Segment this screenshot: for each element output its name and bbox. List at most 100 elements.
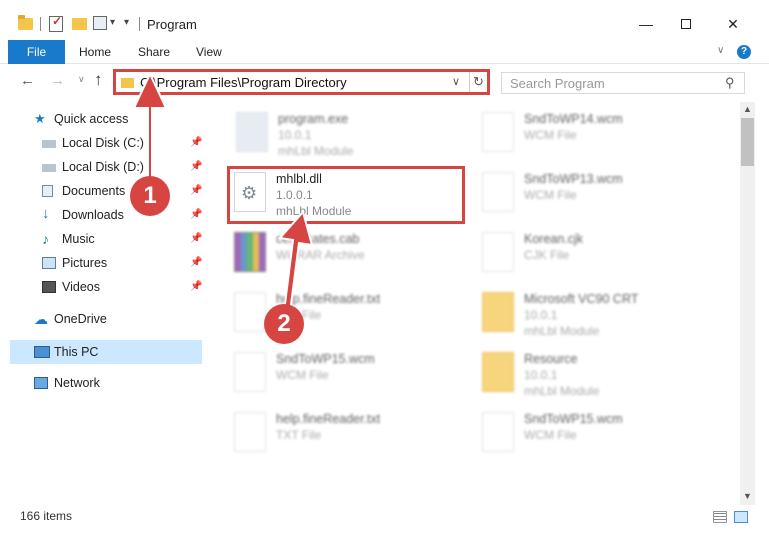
customize-toolbar-icon[interactable]: ▾ (124, 17, 129, 37)
file-item[interactable]: SndToWP14.wcm WCM File (482, 108, 712, 162)
properties-icon[interactable] (93, 16, 107, 30)
file-detail: WinRAR Archive (276, 248, 365, 262)
wcm-file-icon (482, 112, 514, 152)
nav-videos[interactable]: Videos (42, 276, 100, 298)
nav-local-disk-d[interactable]: Local Disk (D:) (42, 156, 144, 178)
forward-arrow-icon[interactable]: → (50, 72, 65, 89)
nav-label: Music (62, 232, 95, 246)
nav-label: Pictures (62, 256, 108, 270)
scroll-up-icon[interactable]: ▲ (743, 104, 752, 114)
picture-icon (42, 257, 56, 269)
nav-local-disk-c[interactable]: Local Disk (C:) (42, 132, 144, 154)
nav-downloads[interactable]: ↓ Downloads (42, 204, 124, 226)
file-name: Resource (524, 352, 578, 366)
tab-home[interactable]: Home (79, 40, 111, 64)
file-item[interactable]: SndToWP13.wcm WCM File (482, 168, 712, 222)
file-item[interactable]: program.exe 10.0.1 mhLbl Module (236, 108, 466, 162)
address-path[interactable]: C:\Program Files\Program Directory (140, 75, 347, 90)
file-name: SndToWP14.wcm (524, 112, 623, 126)
pin-icon[interactable]: 📌 (190, 252, 202, 274)
file-detail: 10.0.1 (524, 368, 558, 382)
tab-share[interactable]: Share (138, 40, 170, 64)
maximize-icon (681, 19, 691, 29)
file-name: Microsoft VC90 CRT (524, 292, 639, 306)
file-detail: 10.0.1 (278, 128, 312, 142)
file-detail: WCM File (524, 428, 577, 442)
divider (40, 17, 41, 31)
nav-quick-access[interactable]: ★ Quick access (34, 108, 128, 130)
nav-onedrive[interactable]: ☁ OneDrive (34, 308, 107, 330)
back-arrow-icon[interactable]: ← (20, 72, 35, 89)
scroll-thumb[interactable] (741, 118, 754, 166)
scroll-down-icon[interactable]: ▼ (743, 491, 752, 501)
nav-music[interactable]: ♪ Music (42, 228, 95, 250)
step-badge-1: 1 (130, 176, 170, 216)
wcm-file-icon (234, 352, 266, 392)
pin-icon[interactable]: 📌 (190, 132, 202, 154)
file-detail: WCM File (524, 128, 577, 142)
file-name: SndToWP13.wcm (524, 172, 623, 186)
nav-label: Network (54, 376, 100, 390)
expand-ribbon-icon[interactable]: ∨ (717, 45, 724, 56)
maximize-button[interactable] (666, 10, 706, 38)
file-detail: WCM File (276, 368, 329, 382)
tab-file[interactable]: File (8, 40, 65, 64)
search-icon[interactable]: ⚲ (725, 75, 735, 91)
ribbon: File Home Share View ∨ ? (0, 40, 769, 64)
nav-label: This PC (54, 345, 99, 359)
address-bar[interactable]: C:\Program Files\Program Directory ∨ ↻ (113, 69, 490, 95)
pin-icon[interactable]: 📌 (190, 228, 202, 250)
download-icon: ↓ (42, 205, 50, 222)
pin-icon[interactable]: 📌 (190, 276, 202, 298)
pin-icon[interactable]: 📌 (190, 204, 202, 226)
video-icon (42, 281, 56, 293)
file-name: SndToWP15.wcm (524, 412, 623, 426)
new-folder-icon[interactable] (72, 18, 87, 30)
pin-icon[interactable]: 📌 (190, 156, 202, 178)
folder-icon[interactable] (18, 15, 33, 30)
help-icon[interactable]: ? (737, 45, 751, 59)
up-arrow-icon[interactable]: ↑ (94, 70, 103, 90)
nav-label: Videos (62, 280, 100, 294)
folder-icon (482, 352, 514, 392)
chevron-down-icon[interactable]: ∨ (452, 75, 460, 88)
search-input[interactable]: Search Program ⚲ (501, 72, 745, 94)
drive-icon (42, 164, 56, 172)
file-item[interactable]: Resource 10.0.1 mhLbl Module (482, 348, 712, 402)
folder-icon (482, 292, 514, 332)
details-view-icon[interactable] (713, 511, 727, 523)
file-item[interactable]: Microsoft VC90 CRT 10.0.1 mhLbl Module (482, 288, 712, 342)
refresh-icon[interactable]: ↻ (469, 72, 487, 92)
close-button[interactable]: ✕ (713, 10, 753, 38)
file-item[interactable]: certificates.cab WinRAR Archive (234, 228, 464, 282)
navigation-pane: ★ Quick access Local Disk (C:) Local Dis… (0, 102, 206, 505)
star-icon: ★ (34, 111, 46, 126)
pin-icon[interactable]: 📌 (190, 180, 202, 202)
properties-check-icon[interactable]: ✓ (49, 14, 63, 32)
nav-label: Local Disk (C:) (62, 136, 144, 150)
vertical-scrollbar[interactable]: ▲ ▼ (740, 102, 755, 505)
file-detail: CJK File (524, 248, 570, 262)
music-icon: ♪ (42, 231, 49, 247)
file-item[interactable]: Korean.cjk CJK File (482, 228, 712, 282)
file-item[interactable]: help.fineReader.txt TXT File (234, 408, 464, 462)
recent-locations-icon[interactable]: ∨ (78, 74, 85, 85)
exe-file-icon (236, 112, 268, 152)
status-bar: 166 items (0, 505, 769, 540)
tab-view[interactable]: View (196, 40, 222, 64)
step-badge-2: 2 (264, 304, 304, 344)
chevron-down-icon[interactable]: ▾ (110, 17, 115, 37)
nav-this-pc[interactable]: This PC (34, 341, 99, 363)
document-icon (42, 185, 53, 197)
file-item[interactable]: SndToWP15.wcm WCM File (234, 348, 464, 402)
file-detail: mhLbl Module (524, 384, 600, 398)
cloud-icon: ☁ (34, 311, 48, 327)
file-item[interactable]: SndToWP15.wcm WCM File (482, 408, 712, 462)
address-row: ← → ∨ ↑ C:\Program Files\Program Directo… (0, 64, 769, 102)
nav-documents[interactable]: Documents (42, 180, 125, 202)
nav-network[interactable]: Network (34, 372, 100, 394)
divider (139, 17, 140, 31)
minimize-button[interactable]: — (626, 10, 666, 38)
nav-pictures[interactable]: Pictures (42, 252, 108, 274)
large-icons-view-icon[interactable] (734, 511, 748, 523)
